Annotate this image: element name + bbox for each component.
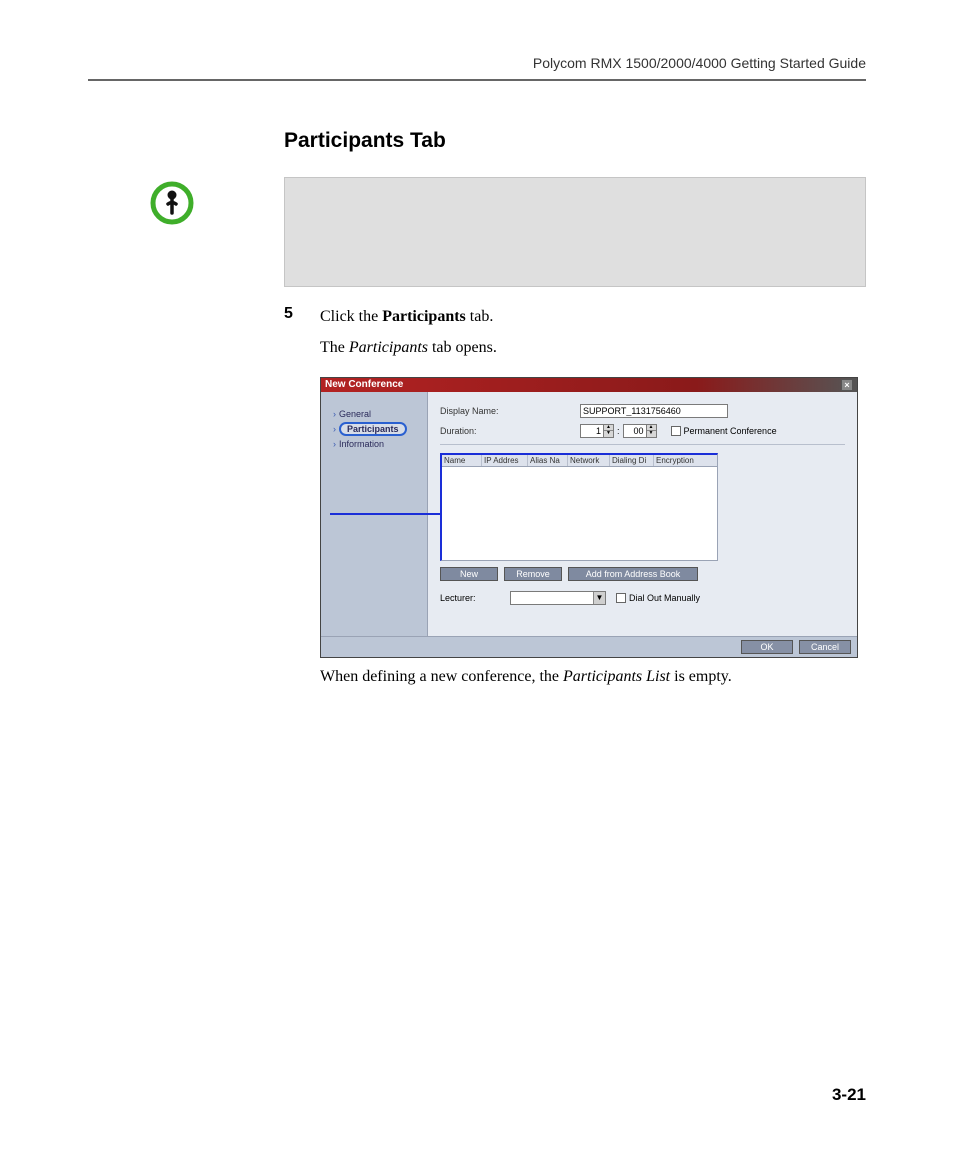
remove-button[interactable]: Remove [504,567,562,581]
step-text: tab. [466,308,494,325]
duration-hours-spinner[interactable]: ▲▼ [580,424,614,438]
duration-mins-input[interactable] [623,424,647,438]
nav-general[interactable]: ›General [333,409,421,419]
chevron-icon: › [333,424,336,434]
chevron-down-icon: ▼ [593,592,605,604]
nav-participants[interactable]: ›Participants [333,422,421,436]
spinner-buttons[interactable]: ▲▼ [604,424,614,438]
list-header: Name IP Addres Alias Na Network Dialing … [442,455,717,467]
ok-button[interactable]: OK [741,640,793,654]
step-number: 5 [284,305,320,367]
lecturer-label: Lecturer: [440,593,510,603]
step-text: tab opens. [428,339,497,356]
callout-line [330,513,442,515]
step-italic: Participants [349,339,428,356]
participants-list[interactable]: Name IP Addres Alias Na Network Dialing … [440,453,718,561]
dialog-title-text: New Conference [325,379,403,390]
new-button[interactable]: New [440,567,498,581]
col-encryption: Encryption [654,455,717,466]
nav-label: Information [339,439,384,449]
after-c: is empty. [670,668,732,685]
duration-label: Duration: [440,426,580,436]
page-number: 3-21 [832,1085,866,1105]
lecturer-select[interactable]: ▼ [510,591,606,605]
display-name-label: Display Name: [440,406,580,416]
chevron-icon: › [333,439,336,449]
note-icon [150,181,194,230]
col-alias: Alias Na [528,455,568,466]
spinner-buttons[interactable]: ▲▼ [647,424,657,438]
nav-label: General [339,409,371,419]
section-title: Participants Tab [284,129,866,153]
close-button[interactable]: × [841,379,853,391]
after-b: Participants List [563,668,670,685]
header-rule [88,79,866,81]
cancel-button[interactable]: Cancel [799,640,851,654]
chevron-icon: › [333,409,336,419]
add-address-book-button[interactable]: Add from Address Book [568,567,698,581]
display-name-input[interactable] [580,404,728,418]
after-a: When defining a new conference, the [320,668,563,685]
col-network: Network [568,455,610,466]
running-header: Polycom RMX 1500/2000/4000 Getting Start… [88,55,866,71]
dialog-screenshot: New Conference × ›General ›Participants … [320,377,866,658]
permanent-label: Permanent Conference [684,426,777,436]
dial-out-checkbox[interactable] [616,593,626,603]
note-banner [284,177,866,287]
step-text: The [320,339,349,356]
nav-information[interactable]: ›Information [333,439,421,449]
dialog-titlebar: New Conference × [321,378,857,392]
nav-label-selected: Participants [339,422,407,436]
duration-mins-spinner[interactable]: ▲▼ [623,424,657,438]
col-dialing: Dialing Di [610,455,654,466]
permanent-checkbox[interactable] [671,426,681,436]
step-body: Click the Participants tab. The Particip… [320,305,497,367]
col-ip: IP Addres [482,455,528,466]
after-text: When defining a new conference, the Part… [320,668,866,686]
duration-hours-input[interactable] [580,424,604,438]
duration-separator: : [617,426,620,436]
step-text: Click the [320,308,382,325]
col-name: Name [442,455,482,466]
step-bold: Participants [382,308,466,325]
dial-out-label: Dial Out Manually [629,593,700,603]
